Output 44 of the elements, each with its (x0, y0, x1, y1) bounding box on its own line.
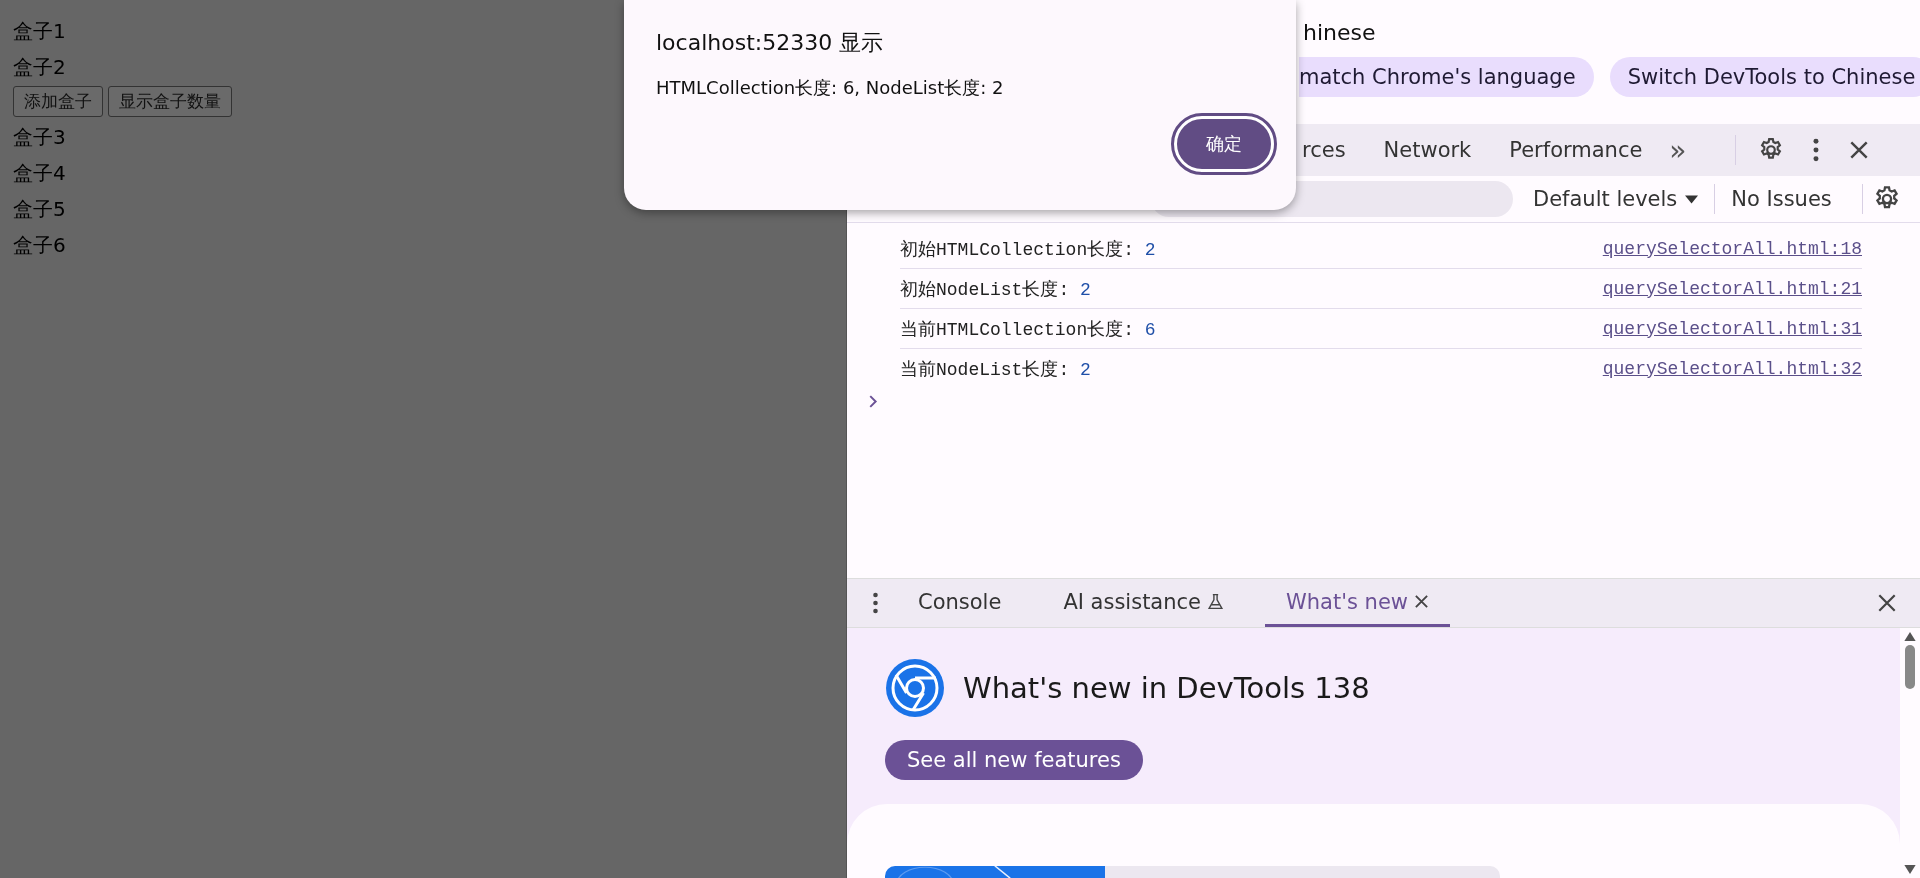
issues-button[interactable]: No Issues (1725, 186, 1838, 212)
scrollbar-thumb[interactable] (1905, 645, 1915, 689)
scroll-down-icon[interactable] (1904, 865, 1916, 874)
source-link[interactable]: querySelectorAll.html:21 (1602, 278, 1862, 299)
console-message: 初始NodeList长度: 2 (900, 278, 1091, 301)
dialog-title: localhost:52330 显示 (656, 29, 885, 57)
console-message: 当前HTMLCollection长度: 6 (900, 318, 1156, 341)
dialog-message: HTMLCollection长度: 6, NodeList长度: 2 (656, 76, 1005, 100)
source-link[interactable]: querySelectorAll.html:18 (1602, 238, 1862, 259)
page-button[interactable]: 显示盒子数量 (108, 86, 232, 117)
scroll-up-icon[interactable] (1904, 632, 1916, 641)
ok-button[interactable]: 确定 (1174, 116, 1274, 172)
caret-icon (1685, 194, 1699, 204)
panel-tab[interactable]: Network (1364, 124, 1491, 176)
language-button[interactable]: Switch DevTools to Chinese (1609, 57, 1920, 97)
source-link[interactable]: querySelectorAll.html:32 (1602, 358, 1862, 379)
panel-tab[interactable]: rces (1283, 124, 1365, 176)
scrollbar[interactable] (1900, 628, 1920, 878)
box-text: 盒子2 (13, 54, 66, 81)
panel-tab[interactable]: Performance (1490, 124, 1662, 176)
close-icon[interactable] (1414, 594, 1429, 609)
language-button[interactable]: match Chrome's language (1299, 57, 1594, 97)
see-all-features-button[interactable]: See all new features (885, 740, 1143, 780)
banner-title: hinese (1303, 20, 1376, 45)
box-text: 盒子5 (13, 196, 66, 223)
more-options-icon[interactable] (1811, 137, 1820, 163)
more-options-icon[interactable] (872, 591, 879, 615)
close-icon[interactable] (1876, 592, 1898, 614)
console-message: 当前NodeList长度: 2 (900, 358, 1091, 381)
prompt-chevron-icon[interactable] (869, 395, 878, 408)
box-text: 盒子4 (13, 160, 66, 187)
page-button[interactable]: 添加盒子 (13, 86, 103, 117)
more-tabs-button[interactable]: » (1661, 133, 1695, 167)
box-text: 盒子1 (13, 18, 66, 45)
browser-logo-icon (885, 658, 945, 718)
drawer-tab[interactable]: Console (897, 579, 1023, 627)
log-levels-dropdown[interactable]: Default levels (1527, 186, 1705, 212)
whats-new-title: What's new in DevTools 138 (963, 671, 1370, 705)
box-text: 盒子3 (13, 124, 66, 151)
flask-icon (1207, 593, 1224, 610)
source-link[interactable]: querySelectorAll.html:31 (1602, 318, 1862, 339)
box-text: 盒子6 (13, 232, 66, 259)
drawer-tab[interactable]: AI assistance (1042, 579, 1245, 627)
console-message: 初始HTMLCollection长度: 2 (900, 238, 1156, 261)
